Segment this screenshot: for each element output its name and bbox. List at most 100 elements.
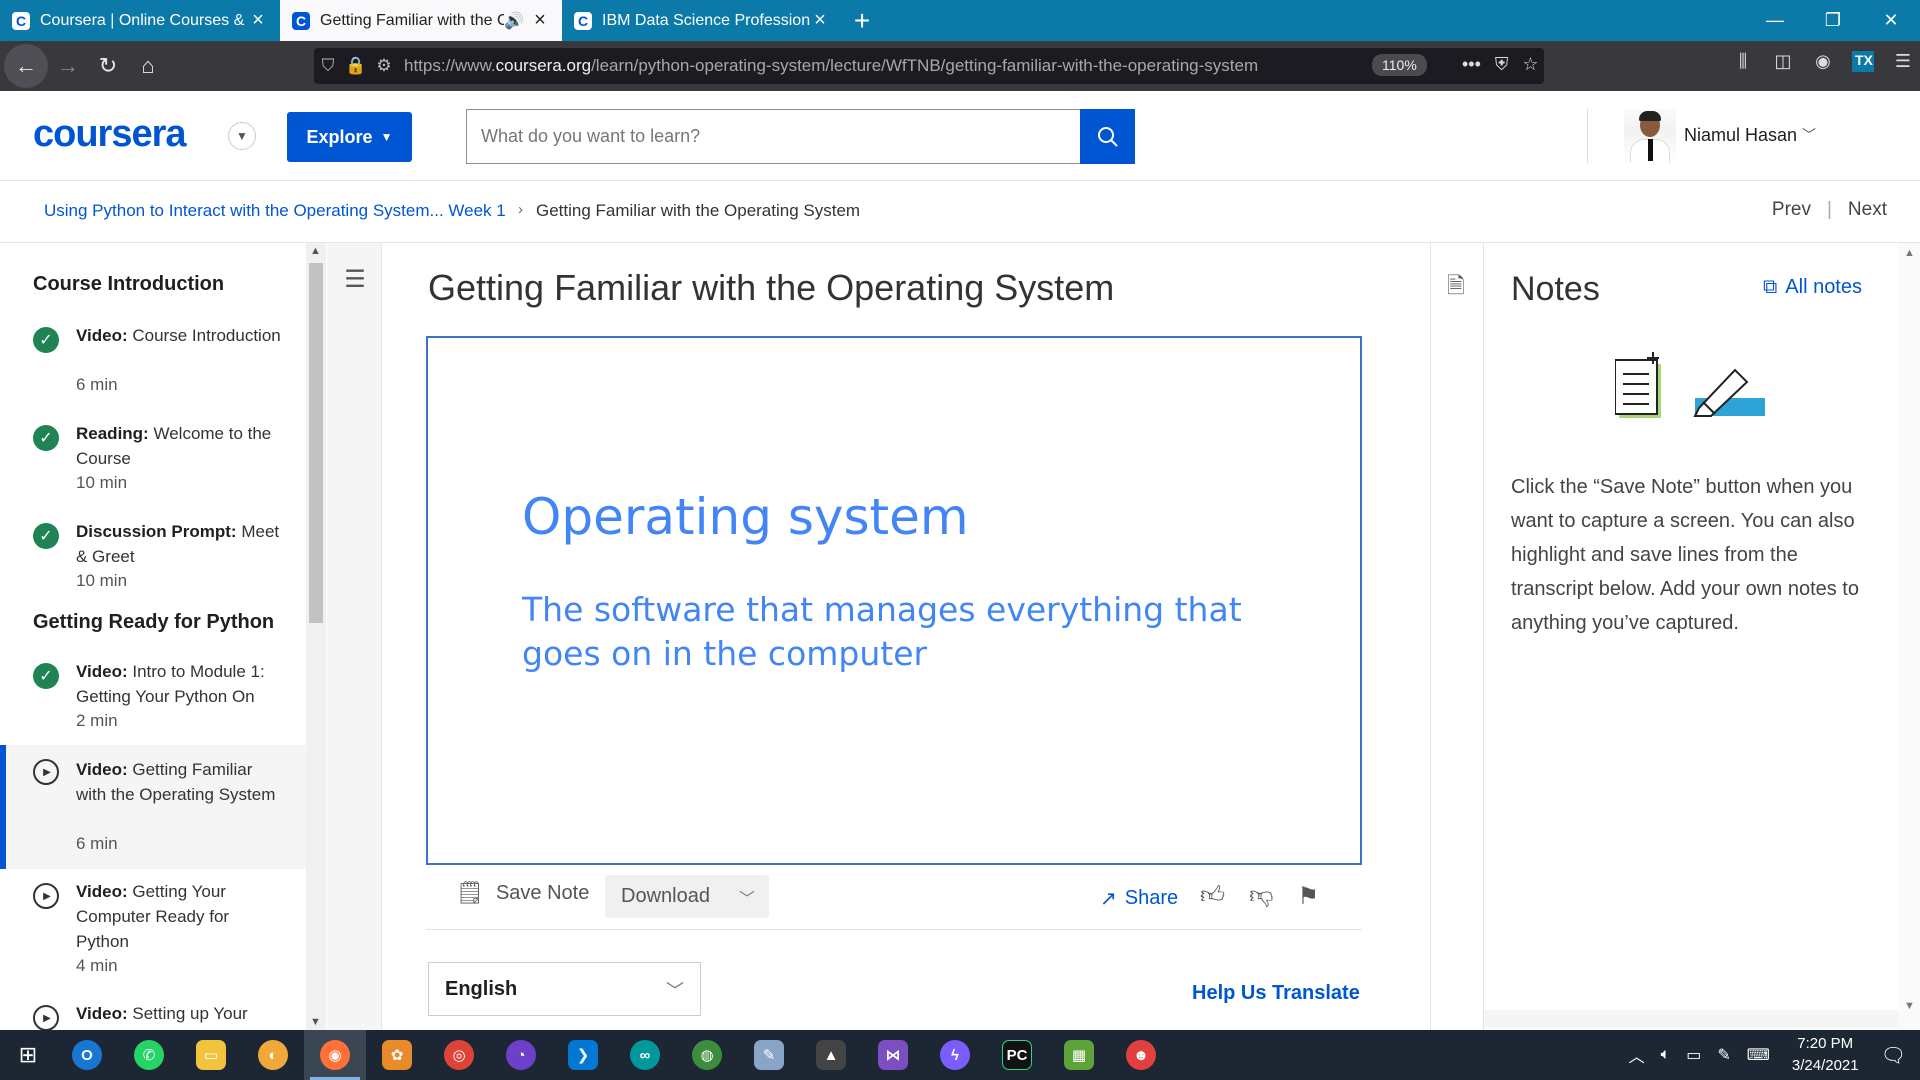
- all-notes-link[interactable]: ⧉ All notes: [1763, 276, 1862, 299]
- list-item[interactable]: ✓ Reading: Welcome to the Course 10 min: [0, 421, 306, 501]
- pen-icon[interactable]: ✎: [1717, 1045, 1730, 1065]
- minimize-icon[interactable]: —: [1746, 0, 1804, 41]
- list-toggle-icon[interactable]: ☰: [339, 265, 371, 295]
- pocket-icon[interactable]: ⛨: [1495, 54, 1509, 75]
- taskbar-app[interactable]: ▲: [800, 1030, 862, 1080]
- notes-vertical-scrollbar[interactable]: ▲ ▼: [1898, 243, 1920, 1030]
- windows-start-icon[interactable]: ⊞: [0, 1030, 56, 1080]
- language-select[interactable]: English ﹀: [428, 962, 701, 1016]
- user-name[interactable]: Niamul Hasan: [1684, 125, 1797, 146]
- taskbar-app[interactable]: ▭: [180, 1030, 242, 1080]
- taskbar-app[interactable]: ▦: [1048, 1030, 1110, 1080]
- volume-icon[interactable]: 🔈︎: [1661, 1046, 1671, 1064]
- visual-studio-icon: ⋈: [878, 1040, 908, 1070]
- avatar[interactable]: [1624, 109, 1676, 163]
- notes-icon[interactable]: 🗎: [1447, 269, 1465, 307]
- thumbs-up-icon[interactable]: 👍︎: [1200, 882, 1225, 911]
- back-arrow-icon[interactable]: ←: [4, 44, 48, 88]
- section-title: Getting Ready for Python: [33, 611, 275, 633]
- home-icon[interactable]: ⌂: [128, 46, 168, 86]
- notes-horizontal-scrollbar[interactable]: [1484, 1010, 1898, 1028]
- download-dropdown[interactable]: Download ﹀: [605, 875, 769, 918]
- help-translate-link[interactable]: Help Us Translate: [1192, 982, 1360, 1005]
- taskbar-app[interactable]: ◐: [242, 1030, 304, 1080]
- photos-icon: ✿: [382, 1040, 412, 1070]
- chevron-up-icon[interactable]: ︿: [1629, 1043, 1645, 1067]
- tab-close-icon[interactable]: ×: [810, 9, 830, 32]
- forward-arrow-icon[interactable]: →: [48, 46, 88, 86]
- taskbar-app[interactable]: ∞: [614, 1030, 676, 1080]
- list-item[interactable]: ✓ Video: Course Introduction 6 min: [0, 323, 306, 403]
- taskbar-app[interactable]: ✿: [366, 1030, 428, 1080]
- speaker-icon[interactable]: 🔊: [504, 11, 524, 31]
- browser-tab[interactable]: C Coursera | Online Courses & Cr ×: [0, 0, 280, 41]
- browser-toolbar: ⫼ ◫ ◉ TX ☰: [1732, 51, 1914, 72]
- search-button[interactable]: [1080, 109, 1135, 164]
- search-input[interactable]: What do you want to learn?: [466, 109, 1081, 164]
- breadcrumb-course-link[interactable]: Using Python to Interact with the Operat…: [44, 201, 506, 221]
- list-item[interactable]: ▶ Video: Setting up Your: [0, 1001, 306, 1030]
- chevron-down-icon[interactable]: ▼: [228, 122, 256, 150]
- system-clock[interactable]: 7:20 PM 3/24/2021: [1792, 1033, 1859, 1077]
- next-button[interactable]: Next: [1848, 199, 1887, 221]
- prev-button[interactable]: Prev: [1772, 199, 1811, 221]
- browser-tab[interactable]: C IBM Data Science Professional ×: [562, 0, 842, 41]
- sidebar-scrollbar[interactable]: ▲ ▼: [306, 243, 326, 1030]
- restore-icon[interactable]: ❐: [1804, 0, 1862, 41]
- browser-tab-active[interactable]: C Getting Familiar with the Op 🔊 ×: [280, 0, 562, 41]
- library-icon[interactable]: ⫼: [1732, 51, 1754, 72]
- taskbar-app[interactable]: PC: [986, 1030, 1048, 1080]
- taskbar-app-active[interactable]: ◉: [304, 1030, 366, 1080]
- list-item[interactable]: ✓ Video: Intro to Module 1: Getting Your…: [0, 659, 306, 739]
- chevron-down-icon[interactable]: ﹀: [1802, 125, 1816, 145]
- share-button[interactable]: ↗ Share: [1100, 886, 1178, 911]
- extension-icon[interactable]: TX: [1852, 51, 1874, 72]
- save-note-label: Save Note: [495, 881, 590, 904]
- taskbar-app[interactable]: ◎: [428, 1030, 490, 1080]
- network-icon[interactable]: ▭: [1686, 1045, 1701, 1065]
- list-item-active[interactable]: ▶ Video: Getting Familiar with the Opera…: [0, 745, 306, 869]
- account-icon[interactable]: ◉: [1812, 51, 1834, 72]
- list-item[interactable]: ▶ Video: Getting Your Computer Ready for…: [0, 879, 306, 979]
- shield-icon[interactable]: ⛉: [314, 56, 342, 76]
- taskbar-app[interactable]: ϟ: [924, 1030, 986, 1080]
- url-text[interactable]: https://www.coursera.org/learn/python-op…: [404, 56, 1258, 76]
- tab-close-icon[interactable]: ×: [248, 9, 268, 32]
- scroll-down-icon[interactable]: ▼: [1904, 1000, 1915, 1012]
- taskbar-app[interactable]: O: [56, 1030, 118, 1080]
- scroll-thumb[interactable]: [309, 263, 323, 623]
- permissions-icon[interactable]: ⚙: [370, 56, 398, 76]
- tab-close-icon[interactable]: ×: [530, 9, 550, 32]
- explore-button[interactable]: Explore ▼: [287, 112, 412, 162]
- coursera-favicon-icon: C: [12, 11, 30, 30]
- notifications-icon[interactable]: 🗨︎: [1881, 1043, 1906, 1068]
- scroll-up-icon[interactable]: ▲: [1904, 247, 1915, 259]
- taskbar-app[interactable]: ❯: [552, 1030, 614, 1080]
- more-actions-icon[interactable]: •••: [1462, 54, 1481, 75]
- menu-icon[interactable]: ☰: [1892, 51, 1914, 72]
- bookmark-star-icon[interactable]: ☆: [1522, 54, 1538, 75]
- taskbar-app[interactable]: ◔: [490, 1030, 552, 1080]
- reload-icon[interactable]: ↻: [88, 46, 128, 86]
- list-item[interactable]: ✓ Discussion Prompt: Meet & Greet 10 min: [0, 519, 306, 599]
- save-note-button[interactable]: 🗒 Save Note: [456, 880, 589, 906]
- video-player[interactable]: Operating system The software that manag…: [426, 336, 1362, 865]
- url-bar[interactable]: ⛉ 🔒 ⚙ https://www.coursera.org/learn/pyt…: [314, 48, 1544, 84]
- taskbar-app[interactable]: ☻: [1110, 1030, 1172, 1080]
- taskbar-app[interactable]: ⋈: [862, 1030, 924, 1080]
- taskbar-app[interactable]: ◍: [676, 1030, 738, 1080]
- scroll-down-icon[interactable]: ▼: [310, 1016, 321, 1028]
- taskbar-app[interactable]: ✆: [118, 1030, 180, 1080]
- url-actions: ••• ⛨ ☆: [1462, 54, 1539, 75]
- thumbs-down-icon[interactable]: 👎︎: [1249, 882, 1273, 911]
- scroll-up-icon[interactable]: ▲: [310, 245, 321, 257]
- coursera-logo[interactable]: coursera: [33, 113, 187, 156]
- sidebar-toggle-icon[interactable]: ◫: [1772, 51, 1794, 72]
- taskbar-app[interactable]: ✎: [738, 1030, 800, 1080]
- new-tab-icon[interactable]: +: [842, 0, 882, 41]
- lock-icon[interactable]: 🔒: [342, 56, 370, 76]
- zoom-level[interactable]: 110%: [1372, 54, 1427, 76]
- keyboard-icon[interactable]: ⌨: [1747, 1045, 1770, 1065]
- flag-icon[interactable]: ⚑: [1297, 882, 1319, 911]
- close-window-icon[interactable]: ✕: [1862, 0, 1920, 41]
